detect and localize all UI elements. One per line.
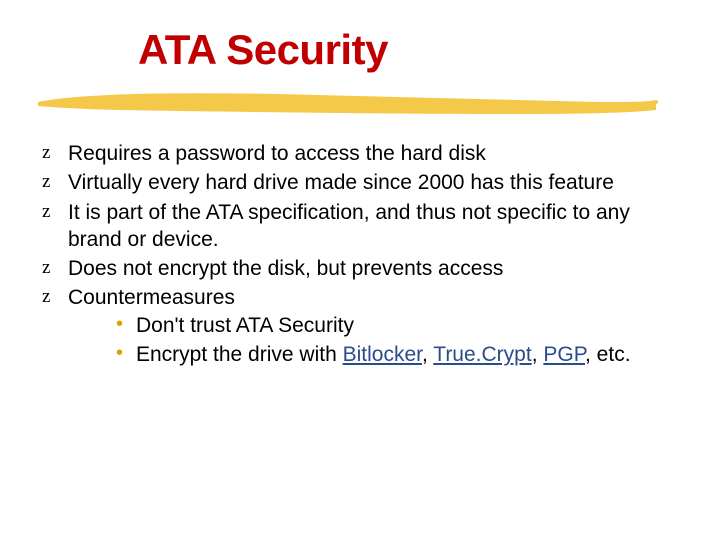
bullet-item: It is part of the ATA specification, and… <box>42 199 660 254</box>
sub-bullet-text-prefix: Encrypt the drive with <box>136 343 343 366</box>
link-truecrypt[interactable]: True.Crypt <box>433 343 531 366</box>
bullet-text: It is part of the ATA specification, and… <box>68 201 630 251</box>
bullet-item: Virtually every hard drive made since 20… <box>42 169 660 196</box>
slide: ATA Security Requires a password to acce… <box>0 0 720 540</box>
bullet-item: Requires a password to access the hard d… <box>42 140 660 167</box>
bullet-item: Countermeasures Don't trust ATA Security… <box>42 284 660 368</box>
sub-bullet-item: Encrypt the drive with Bitlocker, True.C… <box>116 341 660 368</box>
sub-bullet-list: Don't trust ATA Security Encrypt the dri… <box>68 312 660 369</box>
link-pgp[interactable]: PGP <box>543 343 585 366</box>
bullet-list: Requires a password to access the hard d… <box>42 140 660 368</box>
separator: , <box>422 343 433 366</box>
bullet-text: Countermeasures <box>68 286 235 309</box>
title-underline <box>38 92 658 122</box>
sub-bullet-text-suffix: , etc. <box>585 343 631 366</box>
bullet-text: Requires a password to access the hard d… <box>68 142 486 165</box>
slide-title: ATA Security <box>138 26 388 74</box>
sub-bullet-text: Don't trust ATA Security <box>136 314 354 337</box>
bullet-text: Does not encrypt the disk, but prevents … <box>68 257 503 280</box>
slide-body: Requires a password to access the hard d… <box>42 140 660 370</box>
bullet-text: Virtually every hard drive made since 20… <box>68 171 614 194</box>
link-bitlocker[interactable]: Bitlocker <box>343 343 422 366</box>
separator: , <box>532 343 544 366</box>
bullet-item: Does not encrypt the disk, but prevents … <box>42 255 660 282</box>
sub-bullet-item: Don't trust ATA Security <box>116 312 660 339</box>
